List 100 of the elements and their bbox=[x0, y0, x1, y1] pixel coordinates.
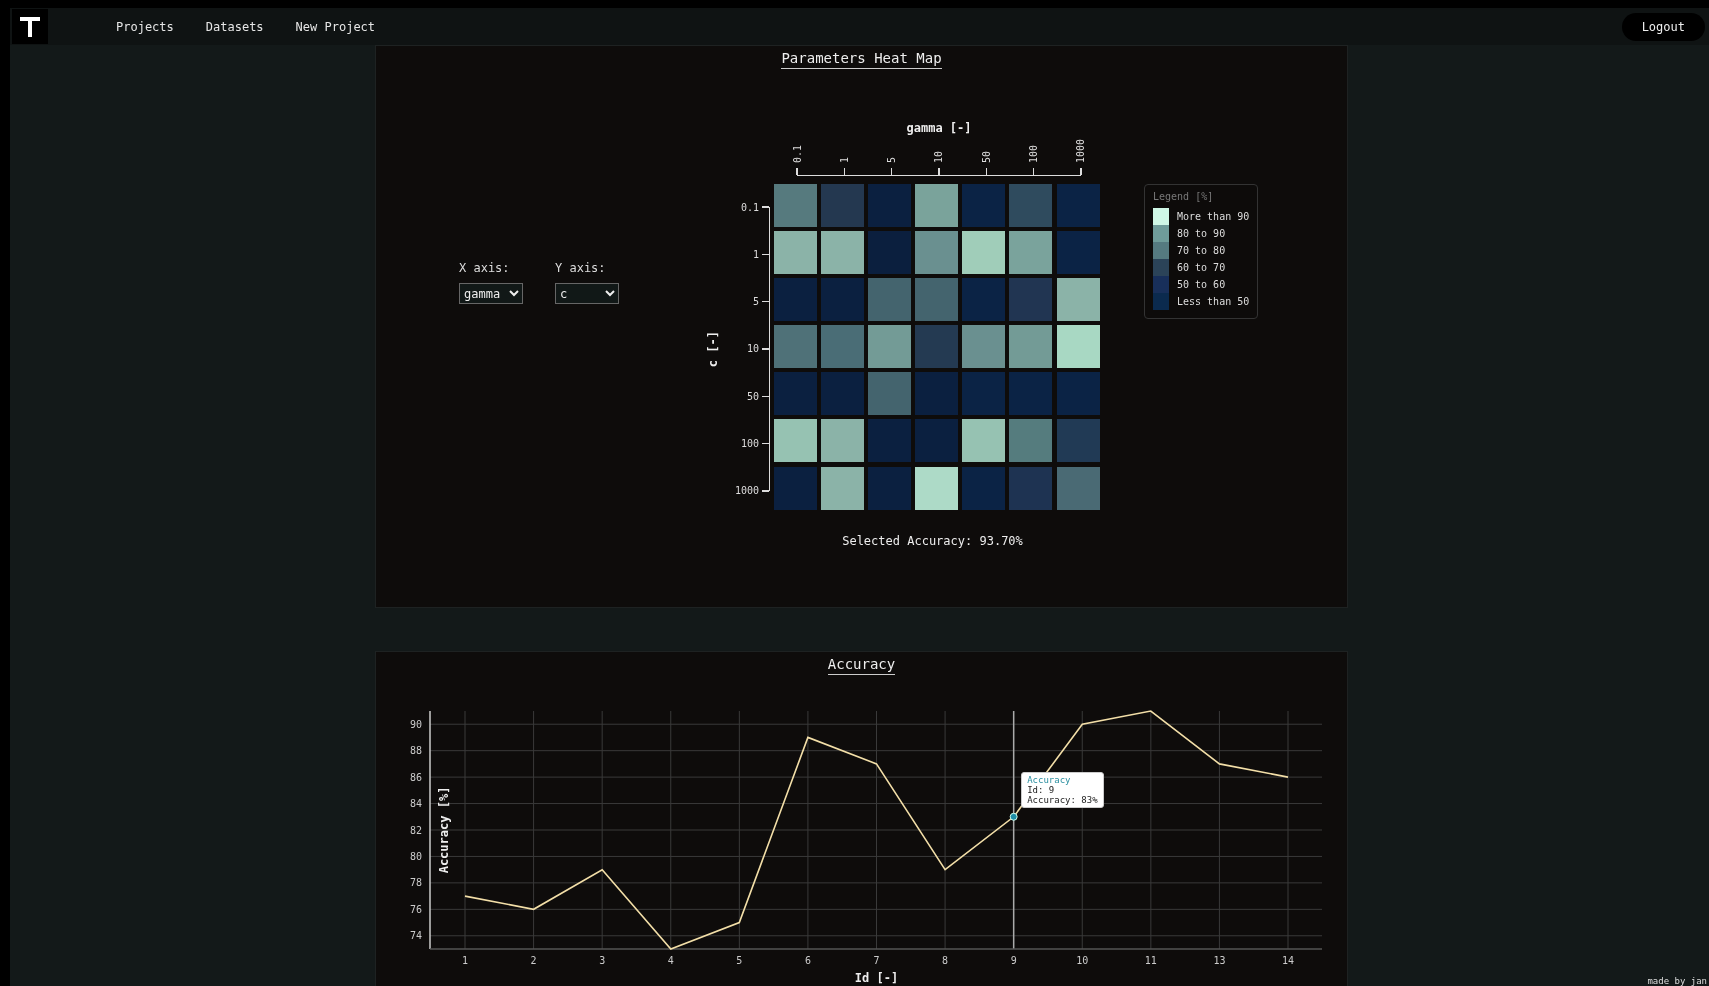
heatmap-cell[interactable] bbox=[821, 419, 865, 463]
logout-button[interactable]: Logout bbox=[1621, 12, 1705, 41]
heatmap-cell[interactable] bbox=[868, 372, 912, 416]
heatmap-cell[interactable] bbox=[868, 231, 912, 275]
axis-tick-label: 100 bbox=[739, 436, 760, 451]
legend-label: Less than 50 bbox=[1177, 296, 1250, 307]
axis-tick-label: 50 bbox=[980, 151, 992, 164]
heatmap-cell[interactable] bbox=[1056, 184, 1100, 227]
heatmap-cell[interactable] bbox=[915, 278, 959, 322]
legend-label: 50 to 60 bbox=[1177, 279, 1226, 290]
axis-tick-label: 9 bbox=[1010, 955, 1017, 966]
heatmap-cell[interactable] bbox=[915, 231, 959, 275]
axis-tick-label: 5 bbox=[735, 955, 742, 966]
axis-tick-label: 1 bbox=[839, 157, 851, 164]
legend-label: 60 to 70 bbox=[1177, 262, 1226, 273]
axis-tick-label: 10 bbox=[1075, 955, 1088, 966]
axis-tick-label: 0.1 bbox=[792, 145, 804, 164]
heatmap-cell[interactable] bbox=[821, 466, 865, 510]
field-label: X axis: bbox=[459, 261, 511, 275]
data-point[interactable] bbox=[1009, 812, 1018, 821]
field-label: Y axis: bbox=[555, 261, 607, 275]
axis-tick-label: 86 bbox=[409, 771, 422, 783]
heatmap-cell[interactable] bbox=[774, 419, 817, 463]
axis-tick-label: 11 bbox=[1144, 955, 1157, 966]
panel-title: Accuracy bbox=[827, 656, 896, 675]
heatmap-cell[interactable] bbox=[1009, 231, 1053, 275]
heatmap-cell[interactable] bbox=[915, 466, 959, 510]
heatmap-cell[interactable] bbox=[1056, 466, 1100, 510]
axis-tick-label: 13 bbox=[1212, 955, 1225, 966]
axis-tick-label: 10 bbox=[933, 151, 945, 164]
axis-tick-label: 1000 bbox=[733, 483, 760, 498]
heatmap-cell[interactable] bbox=[915, 372, 959, 416]
heatmap-cell[interactable] bbox=[962, 184, 1006, 227]
heatmap-cell[interactable] bbox=[1009, 278, 1053, 322]
legend-label: More than 90 bbox=[1177, 211, 1250, 222]
heatmap-cell[interactable] bbox=[868, 278, 912, 322]
axis-tick-label: 50 bbox=[745, 389, 760, 404]
axis-title: gamma [-] bbox=[905, 121, 973, 137]
logo-icon[interactable] bbox=[12, 9, 48, 44]
axis-tick-label: 3 bbox=[598, 955, 605, 966]
axis-tick-label: 1 bbox=[461, 955, 468, 966]
heatmap-cell[interactable] bbox=[1056, 419, 1100, 463]
axis-tick-label: 6 bbox=[804, 955, 811, 966]
heatmap-cell[interactable] bbox=[821, 325, 865, 369]
heatmap-cell[interactable] bbox=[1009, 372, 1053, 416]
heatmap-cell[interactable] bbox=[1009, 419, 1053, 463]
heatmap-cell[interactable] bbox=[774, 372, 817, 416]
heatmap-cell[interactable] bbox=[1009, 184, 1053, 227]
heatmap-cell[interactable] bbox=[774, 231, 817, 275]
heatmap-cell[interactable] bbox=[1009, 466, 1053, 510]
nav-link[interactable]: New Project bbox=[295, 19, 376, 34]
heatmap-cell[interactable] bbox=[868, 184, 912, 227]
heatmap-cell[interactable] bbox=[915, 419, 959, 463]
heatmap-cell[interactable] bbox=[1009, 325, 1053, 369]
axis-title: Id [-] bbox=[854, 971, 898, 985]
axis-tick-label: 76 bbox=[409, 903, 422, 915]
heatmap-cell[interactable] bbox=[868, 325, 912, 369]
heatmap-cell[interactable] bbox=[962, 325, 1006, 369]
heatmap-cell[interactable] bbox=[774, 325, 817, 369]
panel-title: Parameters Heat Map bbox=[781, 50, 942, 69]
legend-label: 80 to 90 bbox=[1177, 228, 1226, 239]
heatmap-cell[interactable] bbox=[821, 372, 865, 416]
axis-tick-label: 0.1 bbox=[739, 201, 760, 216]
heatmap-cell[interactable] bbox=[962, 466, 1006, 510]
axis-tick-label: 90 bbox=[409, 718, 422, 730]
nav-link[interactable]: Datasets bbox=[205, 19, 264, 34]
heatmap-cell[interactable] bbox=[774, 184, 817, 227]
heatmap-cell[interactable] bbox=[1056, 372, 1100, 416]
axis-tick-label: 8 bbox=[941, 955, 948, 966]
heatmap-cell[interactable] bbox=[962, 278, 1006, 322]
heatmap-cell[interactable] bbox=[821, 231, 865, 275]
x-axis-select[interactable]: gamma bbox=[459, 283, 523, 304]
axis-tick-label: 7 bbox=[873, 955, 879, 966]
axis-tick-label: 1000 bbox=[1074, 139, 1086, 164]
axis-tick-label: 80 bbox=[409, 850, 422, 862]
axis-tick-label: 78 bbox=[409, 877, 422, 889]
series-label: Accuracy bbox=[1027, 774, 1072, 785]
heatmap-cell[interactable] bbox=[962, 372, 1006, 416]
heatmap-cell[interactable] bbox=[1056, 325, 1100, 369]
axis-tick-label: 5 bbox=[751, 295, 760, 310]
axis-tick-label: 14 bbox=[1281, 955, 1294, 966]
nav-link[interactable]: Projects bbox=[116, 19, 174, 34]
heatmap-cell[interactable] bbox=[962, 419, 1006, 463]
axis-tick-label: 84 bbox=[409, 798, 422, 810]
heatmap-cell[interactable] bbox=[915, 325, 959, 369]
y-axis-select[interactable]: c bbox=[555, 283, 619, 304]
axis-tick-label: 5 bbox=[886, 157, 898, 164]
heatmap-cell[interactable] bbox=[962, 231, 1006, 275]
heatmap-cell[interactable] bbox=[774, 466, 817, 510]
heatmap-cell[interactable] bbox=[868, 419, 912, 463]
legend-label: 70 to 80 bbox=[1177, 245, 1226, 256]
axis-tick-label: 1 bbox=[751, 248, 760, 263]
heatmap-cell[interactable] bbox=[1056, 278, 1100, 322]
heatmap-cell[interactable] bbox=[915, 184, 959, 227]
heatmap-cell[interactable] bbox=[868, 466, 912, 510]
heatmap-cell[interactable] bbox=[1056, 231, 1100, 275]
heatmap-cell[interactable] bbox=[821, 278, 865, 322]
heatmap-cell[interactable] bbox=[774, 278, 817, 322]
annotation: Id: 9 Accuracy: 83% bbox=[1027, 784, 1098, 805]
heatmap-cell[interactable] bbox=[821, 184, 865, 227]
